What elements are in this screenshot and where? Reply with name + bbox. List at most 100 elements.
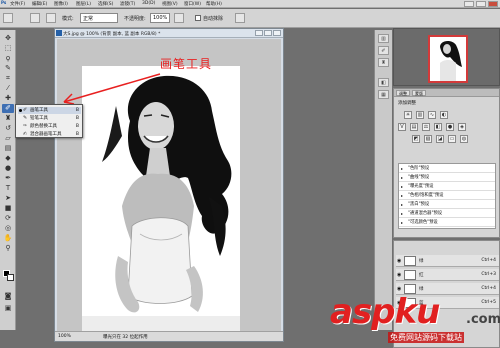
posterize-icon[interactable]: ▧ — [424, 135, 432, 143]
menu-help[interactable]: 帮助(H) — [206, 1, 222, 7]
dock-swatches-icon[interactable]: ▦ — [378, 90, 389, 99]
menu-layer[interactable]: 图层(L) — [76, 1, 91, 7]
flyout-item-color-replace[interactable]: ✑ 颜色替换工具 B — [18, 123, 81, 130]
history-brush-tool-icon[interactable]: ↺ — [2, 124, 14, 133]
invert-icon[interactable]: ◩ — [412, 135, 420, 143]
dock-clone-icon[interactable]: ♜ — [378, 58, 389, 67]
channel-shortcut: Ctrl+5 — [481, 300, 496, 305]
healing-tool-icon[interactable]: ✚ — [2, 94, 14, 103]
menu-edit[interactable]: 编辑(E) — [32, 1, 47, 7]
background-color-swatch[interactable] — [7, 274, 14, 281]
eye-icon[interactable]: ◉ — [397, 272, 401, 278]
menu-view[interactable]: 视图(V) — [162, 1, 178, 7]
doc-close-button[interactable] — [273, 30, 281, 36]
pressure-size-icon[interactable] — [235, 13, 245, 23]
preset-item[interactable]: "色相/饱和度"预设 — [399, 192, 495, 200]
marquee-tool-icon[interactable]: ⬚ — [2, 44, 14, 53]
flyout-item-mixer-brush[interactable]: ✍ 混合器画笔工具 B — [18, 131, 81, 138]
menu-image[interactable]: 图像(I) — [54, 1, 68, 7]
adjustment-preset-list: "色阶"预设 "曲线"预设 "曝光度"预设 "色相/饱和度"预设 "黑白"预设 … — [398, 163, 496, 229]
flyout-item-pencil[interactable]: ✎ 铅笔工具 B — [18, 115, 81, 122]
preset-item[interactable]: "通道混合器"预设 — [399, 210, 495, 218]
dock-3d-icon[interactable]: ▥ — [378, 34, 389, 43]
type-tool-icon[interactable]: T — [2, 184, 14, 193]
brush-tool-icon[interactable]: ✐ — [2, 104, 14, 113]
hand-tool-icon[interactable]: ✋ — [2, 234, 14, 243]
brush-preset-icon[interactable] — [3, 13, 13, 23]
mode-label: 模式: — [62, 16, 74, 22]
preset-item[interactable]: "可选颜色"预设 — [399, 219, 495, 227]
doc-maximize-button[interactable] — [264, 30, 272, 36]
document-titlebar[interactable]: 大S.jpg @ 100% (背景 副本, 蓝 副本 RGB/8) * — [55, 29, 283, 38]
crop-tool-icon[interactable]: ⌗ — [2, 74, 14, 83]
dock-color-icon[interactable]: ◧ — [378, 78, 389, 87]
lasso-tool-icon[interactable]: ϙ — [2, 54, 14, 63]
preset-item[interactable]: "色阶"预设 — [399, 165, 495, 173]
selective-color-icon[interactable]: ◍ — [460, 135, 468, 143]
eye-icon[interactable]: ◉ — [397, 258, 401, 264]
black-white-icon[interactable]: ◧ — [434, 123, 442, 131]
3d-orbit-tool-icon[interactable]: ◎ — [2, 224, 14, 233]
menu-3d[interactable]: 3D(D) — [142, 1, 155, 6]
watermark-subtitle: 免费网站源码下载站 — [388, 332, 464, 343]
tab-masks[interactable]: 蒙版 — [412, 90, 426, 96]
mixer-brush-icon: ✍ — [23, 131, 28, 137]
gradient-tool-icon[interactable]: ▤ — [2, 144, 14, 153]
quick-mask-icon[interactable]: ◙ — [2, 292, 14, 301]
preset-item[interactable]: "黑白"预设 — [399, 201, 495, 209]
zoom-tool-icon[interactable]: ⚲ — [2, 244, 14, 253]
channel-shortcut: Ctrl+3 — [481, 272, 496, 277]
brightness-icon[interactable]: ☀ — [404, 111, 412, 119]
dock-brush-icon[interactable]: ✐ — [378, 46, 389, 55]
color-balance-icon[interactable]: ⚖ — [422, 123, 430, 131]
dodge-tool-icon[interactable]: ● — [2, 164, 14, 173]
screen-mode-icon[interactable]: ▣ — [2, 304, 14, 313]
move-tool-icon[interactable]: ✥ — [2, 34, 14, 43]
menu-window[interactable]: 窗口(W) — [184, 1, 201, 7]
channel-row[interactable]: ◉ 绿 Ctrl+4 — [396, 255, 499, 267]
doc-minimize-button[interactable] — [255, 30, 263, 36]
menu-select[interactable]: 选择(S) — [98, 1, 113, 7]
menu-bar: Ps 文件(F) 编辑(E) 图像(I) 图层(L) 选择(S) 滤镜(T) 3… — [0, 0, 500, 8]
zoom-level[interactable]: 100% — [58, 334, 71, 339]
pen-tool-icon[interactable]: ✒ — [2, 174, 14, 183]
adjustments-tab-row: 调整 蒙版 — [394, 89, 499, 97]
minimize-button[interactable] — [464, 1, 474, 7]
brush-panel-icon[interactable] — [46, 13, 56, 23]
channel-shortcut: Ctrl+4 — [481, 286, 496, 291]
opacity-input[interactable]: 100% — [150, 13, 170, 23]
flyout-item-brush[interactable]: ✐ 画笔工具 B — [18, 107, 81, 114]
channel-row[interactable]: ◉ 红 Ctrl+3 — [396, 269, 499, 281]
preset-item[interactable]: "曝光度"预设 — [399, 183, 495, 191]
eraser-tool-icon[interactable]: ▱ — [2, 134, 14, 143]
pressure-opacity-icon[interactable] — [174, 13, 184, 23]
mode-select[interactable]: 正常 — [80, 13, 118, 23]
gradient-map-icon[interactable]: ▭ — [448, 135, 456, 143]
channel-mixer-icon[interactable]: ◈ — [458, 123, 466, 131]
tab-adjustments[interactable]: 调整 — [396, 90, 410, 96]
thumbnail-image — [430, 37, 466, 81]
close-button[interactable] — [488, 1, 498, 7]
threshold-icon[interactable]: ◪ — [436, 135, 444, 143]
hue-saturation-icon[interactable]: ▤ — [410, 123, 418, 131]
auto-erase-checkbox[interactable] — [195, 15, 201, 21]
3d-rotate-tool-icon[interactable]: ⟳ — [2, 214, 14, 223]
navigator-thumbnail[interactable] — [428, 35, 468, 83]
maximize-button[interactable] — [476, 1, 486, 7]
path-select-tool-icon[interactable]: ➤ — [2, 194, 14, 203]
eyedropper-tool-icon[interactable]: ⁄ — [2, 84, 14, 93]
status-info[interactable]: 曝光只在 32 位起作用 — [103, 334, 148, 340]
vibrance-icon[interactable]: V — [398, 123, 406, 131]
curves-icon[interactable]: ∿ — [428, 111, 436, 119]
brush-size-icon[interactable] — [30, 13, 40, 23]
levels-icon[interactable]: ▥ — [416, 111, 424, 119]
exposure-icon[interactable]: ◐ — [440, 111, 448, 119]
shape-tool-icon[interactable]: ■ — [2, 204, 14, 213]
stamp-tool-icon[interactable]: ♜ — [2, 114, 14, 123]
blur-tool-icon[interactable]: ◆ — [2, 154, 14, 163]
menu-file[interactable]: 文件(F) — [10, 1, 25, 7]
preset-item[interactable]: "曲线"预设 — [399, 174, 495, 182]
photo-filter-icon[interactable]: ● — [446, 123, 454, 131]
quick-select-tool-icon[interactable]: ✎ — [2, 64, 14, 73]
menu-filter[interactable]: 滤镜(T) — [120, 1, 135, 7]
